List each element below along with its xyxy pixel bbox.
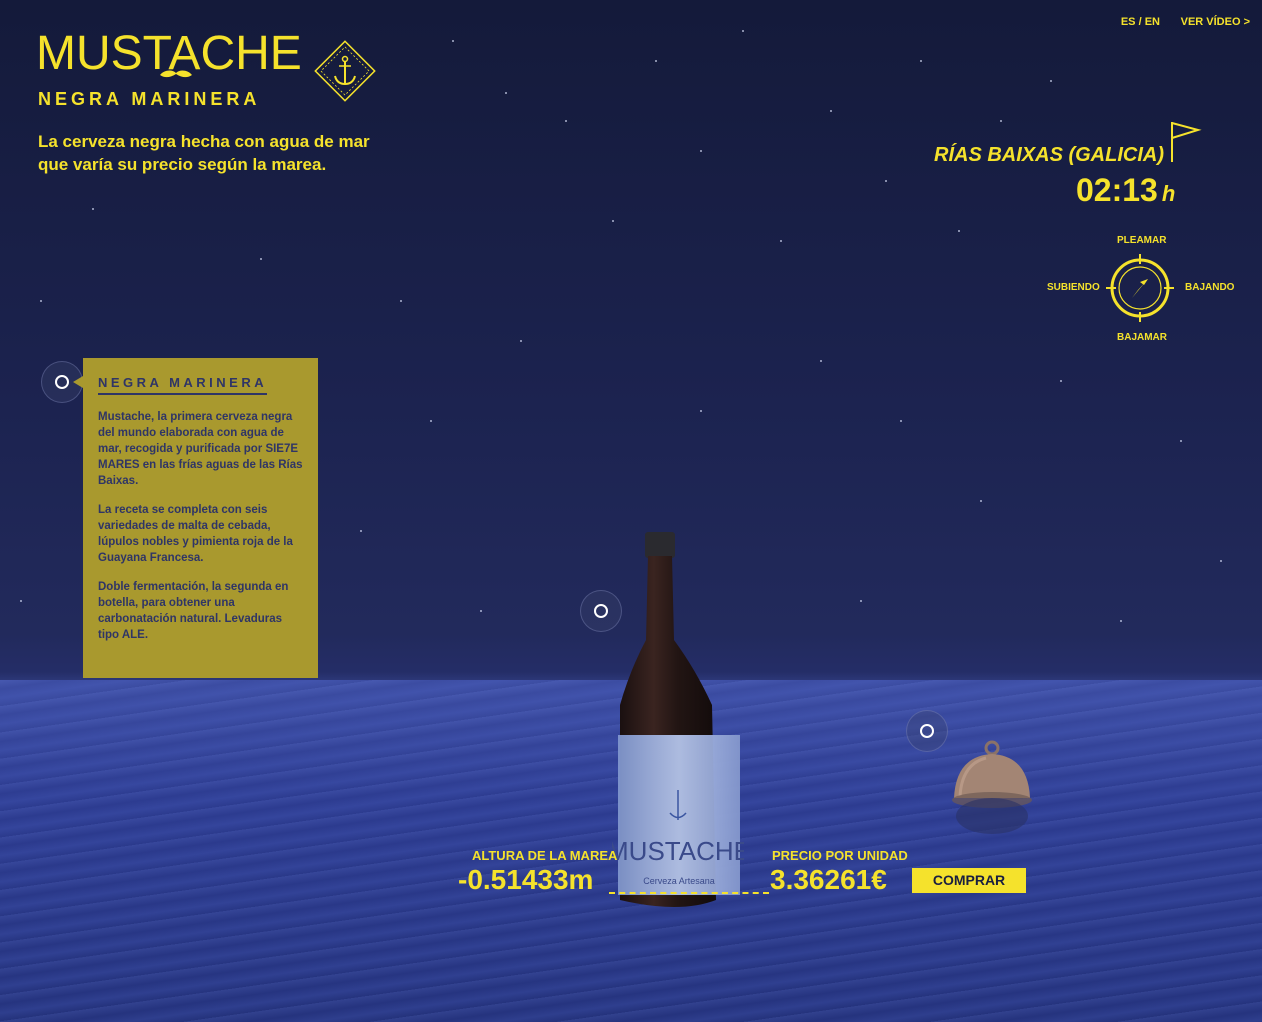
tide-high-label: PLEAMAR	[1117, 235, 1167, 246]
tide-rising-label: SUBIENDO	[1047, 282, 1100, 293]
info-paragraph: La receta se completa con seis variedade…	[98, 504, 293, 564]
tide-low-label: BAJAMAR	[1117, 332, 1167, 343]
bottle-sublabel-text: Cerveza Artesana	[643, 876, 715, 886]
time-unit: h	[1161, 181, 1176, 206]
unit-price-label: PRECIO POR UNIDAD	[772, 848, 908, 863]
unit-price-value: 3.36261€	[770, 864, 887, 895]
time-value: 02:13	[1076, 172, 1158, 208]
tagline: La cerveza negra hecha con agua de mar q…	[38, 132, 370, 174]
hotspot-buoy[interactable]	[906, 710, 948, 752]
brand-logo-subtitle: NEGRA MARINERA	[38, 89, 261, 109]
lang-en-link[interactable]: EN	[1145, 16, 1160, 28]
info-paragraph: Doble fermentación, la segunda en botell…	[98, 581, 289, 641]
tide-height-value: -0.51433m	[458, 864, 594, 895]
info-title: NEGRA MARINERA	[98, 375, 268, 395]
bottle-label-text: MUSTACHE	[612, 836, 744, 866]
info-panel: NEGRA MARINERA Mustache, la primera cerv…	[83, 358, 318, 678]
info-box-pointer	[73, 376, 83, 388]
anchor-icon	[314, 40, 376, 102]
tide-compass-icon	[1106, 254, 1174, 322]
lang-separator: /	[1138, 16, 1142, 28]
tide-falling-label: BAJANDO	[1185, 282, 1235, 293]
dashed-divider	[609, 886, 769, 894]
mustache-icon	[160, 70, 192, 78]
beer-bottle-image: MUSTACHE Cerveza Artesana	[612, 532, 744, 907]
info-paragraph: Mustache, la primera cerveza negra del m…	[98, 411, 303, 487]
location-name: RÍAS BAIXAS (GALICIA)	[934, 144, 1164, 166]
watch-video-link[interactable]: VER VÍDEO >	[1181, 16, 1250, 28]
buoy-image	[952, 740, 1032, 834]
buy-button[interactable]: COMPRAR	[912, 868, 1026, 893]
local-time: 02:13 h	[1076, 172, 1175, 209]
tide-height-label: ALTURA DE LA MAREA	[472, 848, 618, 863]
lang-es-link[interactable]: ES	[1121, 16, 1136, 28]
language-switch: ES / EN	[1121, 16, 1160, 28]
flag-icon	[1171, 122, 1202, 162]
